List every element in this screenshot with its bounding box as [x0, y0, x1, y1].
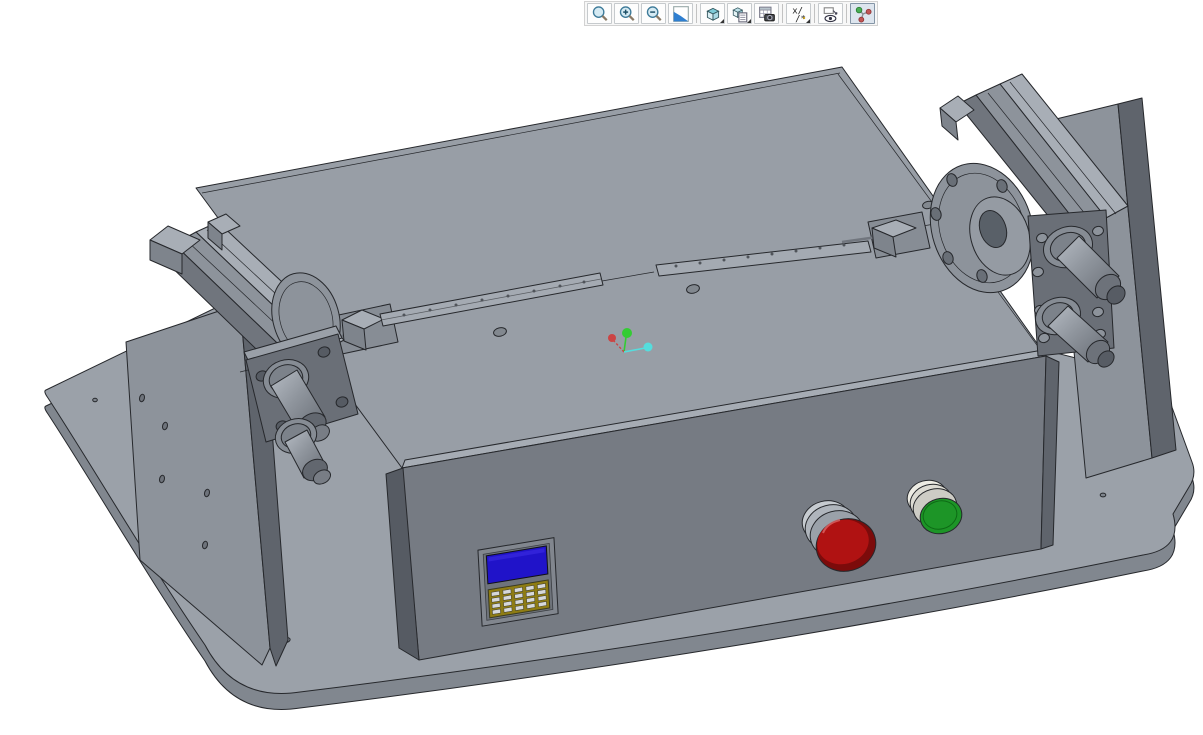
spin-center-button[interactable] [850, 3, 875, 24]
zoom-out-button[interactable] [641, 3, 666, 24]
axis-dot-vertical [622, 328, 632, 338]
axis-dot-right [643, 342, 653, 352]
cad-viewport[interactable] [0, 0, 1203, 735]
magnifier-minus-icon [645, 5, 663, 23]
datum-display-filters-button[interactable]: x//* [786, 3, 811, 24]
graphics-toolbar: x//* [584, 1, 878, 26]
cube-page-icon [731, 5, 749, 23]
refit-button[interactable] [587, 3, 612, 24]
display-style-button[interactable] [700, 3, 725, 24]
datum-filters-icon: x//* [790, 5, 808, 23]
axis-dot-left [608, 334, 616, 342]
annotation-display-button[interactable] [818, 3, 843, 24]
magnifier-plus-icon [618, 5, 636, 23]
repaint-button[interactable] [668, 3, 693, 24]
application-window: x//* [0, 0, 1203, 735]
capture-image-button[interactable] [754, 3, 779, 24]
dropdown-corner-icon [806, 19, 810, 23]
toolbar-separator [696, 4, 697, 23]
spin-center-icon [854, 5, 872, 23]
dropdown-corner-icon [747, 19, 751, 23]
saved-orientations-button[interactable] [727, 3, 752, 24]
toolbar-separator [782, 4, 783, 23]
table-camera-icon [758, 5, 776, 23]
control-panel[interactable] [477, 537, 559, 627]
toolbar-separator [814, 4, 815, 23]
zoom-in-button[interactable] [614, 3, 639, 24]
repaint-icon [672, 5, 690, 23]
magnifier-icon [591, 5, 609, 23]
toolbar-separator [846, 4, 847, 23]
dropdown-corner-icon [720, 19, 724, 23]
annotation-eye-icon [822, 5, 840, 23]
cube-icon [704, 5, 722, 23]
